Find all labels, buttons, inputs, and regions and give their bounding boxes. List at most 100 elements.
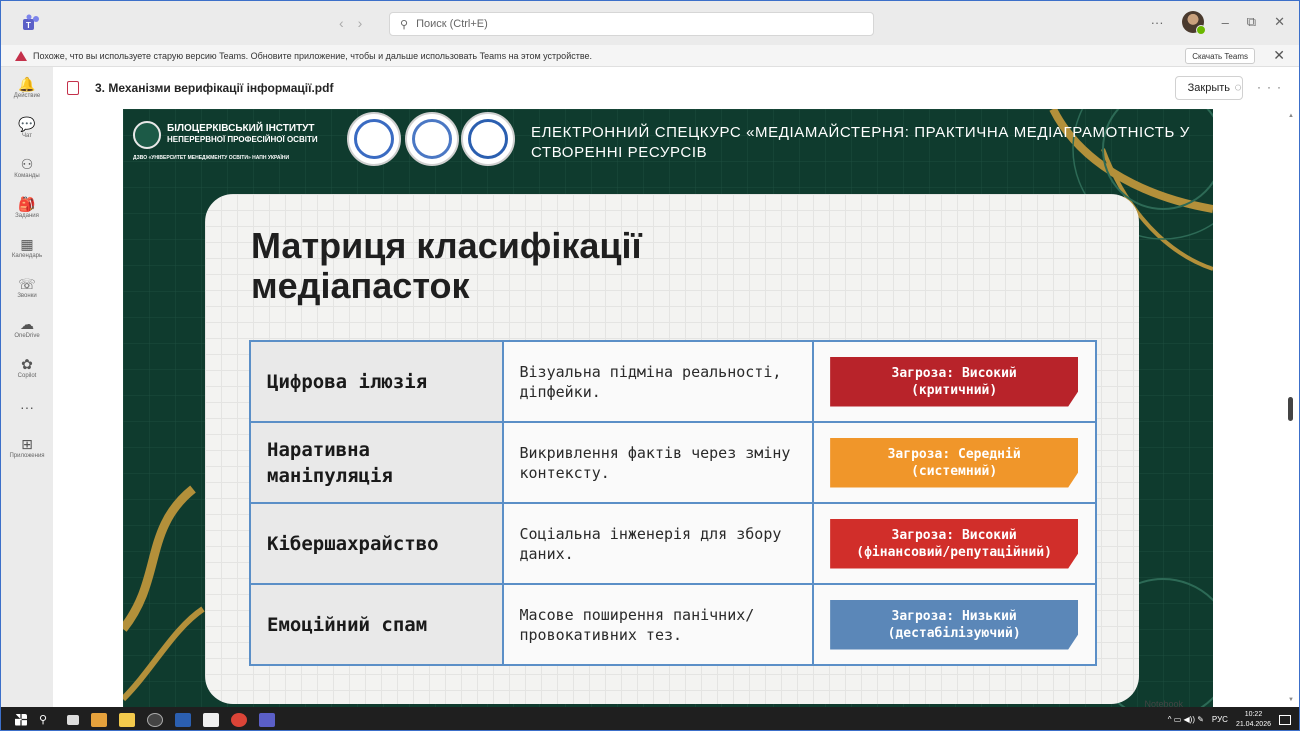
matrix-row: Цифрова ілюзія Візуальна підміна реальнос… — [249, 340, 1097, 423]
trap-description: Масове поширення панічних/провокативних … — [501, 583, 815, 666]
trap-description: Візуальна підміна реальності, діпфейки. — [501, 340, 815, 423]
more-options-button[interactable]: ··· — [1151, 15, 1164, 30]
avatar[interactable] — [1181, 11, 1206, 35]
start-icon[interactable] — [15, 713, 27, 726]
threat-type: (дестабілізуючий) — [887, 625, 1021, 641]
threat-type: (критичний) — [911, 382, 998, 398]
language-indicator[interactable]: РУС — [1212, 715, 1228, 724]
rail-item-label: Действие — [13, 92, 41, 99]
rail-item-label: Звонки — [17, 292, 37, 299]
word-icon[interactable] — [175, 712, 191, 727]
rail-item-apps[interactable]: ⊞ Приложения — [1, 427, 53, 467]
rail-item-label: OneDrive — [14, 332, 40, 339]
threat-cell: Загроза: Високий (фінансовий/репутаційний… — [812, 502, 1097, 585]
update-warning-bar: Похоже, что вы используете старую версию… — [1, 45, 1299, 67]
download-teams-button[interactable]: Скачать Teams — [1185, 48, 1255, 64]
minimize-button[interactable]: – — [1222, 15, 1229, 30]
clock-time: 10:22 — [1244, 710, 1263, 718]
more-icon: ··· — [20, 399, 34, 415]
bell-icon: 🔔 — [18, 75, 36, 92]
threat-level: Загроза: Високий — [891, 527, 1017, 543]
rail-item-calendar[interactable]: ▦ Календарь — [1, 227, 53, 267]
rail-item-assignments[interactable]: 🎒 Задания — [1, 187, 53, 227]
copilot-icon: ✿ — [21, 355, 33, 372]
restore-button[interactable]: ⧉ — [1247, 14, 1256, 30]
teams-icon: ⚇ — [20, 155, 34, 172]
scroll-up-arrow-icon[interactable]: ▲ — [1288, 113, 1294, 119]
rail-item-more[interactable]: ··· — [1, 387, 53, 427]
threat-type: (системний) — [911, 463, 998, 479]
search-taskbar-icon[interactable]: ⚲ — [39, 713, 55, 727]
matrix-row: Емоційний спам Масове поширення панічних/… — [249, 583, 1097, 666]
document-options-icons[interactable]: ◌ ··· — [1235, 80, 1287, 94]
cloud-icon: ☁ — [20, 315, 34, 332]
close-document-button[interactable]: Закрыть — [1174, 76, 1243, 100]
chat-icon: 💬 — [18, 115, 36, 132]
pdf-file-icon — [67, 81, 79, 95]
notifications-icon[interactable] — [1279, 714, 1291, 725]
rail-item-label: Приложения — [9, 452, 45, 459]
tray-icons[interactable]: ^ ▭ ◀)) ✎ — [1168, 715, 1204, 724]
document-title: 3. Механізми верифікації інформації.pdf — [95, 81, 334, 95]
document-app-icon[interactable] — [203, 712, 219, 727]
rail-item-phone[interactable]: ☏ Звонки — [1, 267, 53, 307]
close-window-button[interactable]: ✕ — [1274, 14, 1285, 30]
calendar-icon: ▦ — [20, 235, 34, 252]
trap-description: Соціальна інженерія для збору даних. — [501, 502, 815, 585]
scrollbar-thumb[interactable] — [1288, 397, 1293, 421]
back-arrow-icon[interactable]: ‹ — [339, 15, 358, 31]
scroll-down-arrow-icon[interactable]: ▼ — [1288, 697, 1294, 703]
title-bar: T ‹› ⚲ Поиск (Ctrl+E) ··· – ⧉ ✕ — [1, 1, 1299, 45]
slide-page: БІЛОЦЕРКІВСЬКИЙ ІНСТИТУТ НЕПЕРЕРВНОЇ ПРО… — [123, 109, 1213, 707]
task-view-icon[interactable] — [67, 714, 79, 725]
threat-cell: Загроза: Середній (системний) — [812, 421, 1097, 504]
close-warning-button[interactable]: ✕ — [1273, 47, 1285, 64]
threat-cell: Загроза: Високий (критичний) — [812, 340, 1097, 423]
forward-arrow-icon[interactable]: › — [358, 15, 377, 31]
threat-type: (фінансовий/репутаційний) — [856, 544, 1052, 560]
assignments-icon: 🎒 — [18, 195, 36, 212]
rail-item-teams[interactable]: ⚇ Команды — [1, 147, 53, 187]
seal-logo-2 — [405, 112, 459, 166]
rail-item-bell[interactable]: 🔔 Действие — [1, 67, 53, 107]
chrome-icon[interactable] — [231, 712, 247, 727]
rail-item-chat[interactable]: 💬 Чат — [1, 107, 53, 147]
media-player-icon[interactable] — [91, 712, 107, 727]
teams-taskbar-icon[interactable] — [259, 712, 275, 727]
nav-arrows[interactable]: ‹› — [339, 15, 376, 31]
slide-header: БІЛОЦЕРКІВСЬКИЙ ІНСТИТУТ НЕПЕРЕРВНОЇ ПРО… — [123, 109, 1213, 177]
threat-badge: Загроза: Низький (дестабілізуючий) — [830, 599, 1079, 650]
teams-logo-icon: T — [23, 14, 39, 30]
content-card: Матриця класифікації медіапасток Цифрова… — [205, 194, 1139, 704]
file-explorer-icon[interactable] — [119, 712, 135, 727]
warning-text: Похоже, что вы используете старую версию… — [33, 50, 593, 61]
rail-item-label: Календарь — [11, 252, 43, 259]
threat-level: Загроза: Високий — [891, 365, 1017, 381]
search-placeholder: Поиск (Ctrl+E) — [416, 18, 488, 30]
search-icon: ⚲ — [400, 18, 409, 31]
institute-line-1: БІЛОЦЕРКІВСЬКИЙ ІНСТИТУТ — [167, 123, 315, 134]
warning-icon — [15, 50, 27, 61]
institute-logo — [133, 121, 161, 149]
threat-badge: Загроза: Високий (фінансовий/репутаційний… — [830, 518, 1079, 569]
institute-line-2: НЕПЕРЕРВНОЇ ПРОФЕСІЙНОЇ ОСВІТИ — [167, 135, 318, 144]
pdf-viewer[interactable]: БІЛОЦЕРКІВСЬКИЙ ІНСТИТУТ НЕПЕРЕРВНОЇ ПРО… — [53, 109, 1299, 707]
trap-name: Цифрова ілюзія — [249, 340, 504, 423]
threat-badge: Загроза: Середній (системний) — [830, 437, 1079, 488]
threat-cell: Загроза: Низький (дестабілізуючий) — [812, 583, 1097, 666]
clock[interactable]: 10:22 21.04.2026 — [1236, 710, 1271, 730]
teams-window: T ‹› ⚲ Поиск (Ctrl+E) ··· – ⧉ ✕ Похоже, … — [0, 0, 1300, 731]
search-input[interactable]: ⚲ Поиск (Ctrl+E) — [389, 12, 874, 36]
trap-name: Кібершахрайство — [249, 502, 504, 585]
phone-icon: ☏ — [18, 275, 36, 292]
course-title: ЕЛЕКТРОННИЙ СПЕЦКУРС «МЕДІАМАЙСТЕРНЯ: ПР… — [531, 124, 1190, 161]
matrix-row: Наративна маніпуляція Викривлення фактів … — [249, 421, 1097, 504]
rail-item-copilot[interactable]: ✿ Copilot — [1, 347, 53, 387]
rail-item-label: Copilot — [17, 372, 37, 379]
trap-description: Викривлення фактів через зміну контексту… — [501, 421, 815, 504]
window-controls: ··· – ⧉ ✕ — [1151, 11, 1285, 35]
app-24-icon[interactable] — [147, 712, 163, 727]
rail-item-cloud[interactable]: ☁ OneDrive — [1, 307, 53, 347]
clock-date: 21.04.2026 — [1235, 720, 1271, 728]
rail-item-label: Задания — [15, 212, 39, 219]
